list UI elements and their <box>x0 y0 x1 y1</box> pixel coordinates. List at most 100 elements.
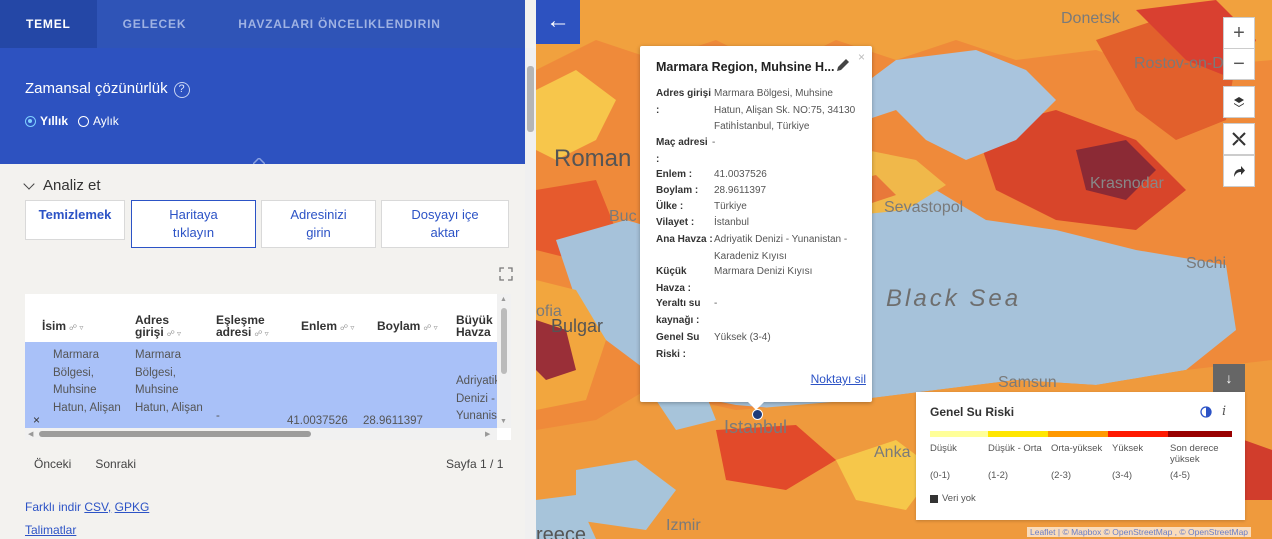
popup-value: Türkiye <box>714 201 747 212</box>
legend-label: Düşük - Orta <box>988 443 1042 454</box>
popup-label: Enlem : <box>656 169 693 180</box>
zoom-in-button[interactable]: + <box>1223 17 1255 49</box>
scroll-up-icon[interactable]: ▲ <box>500 296 507 303</box>
tab-basic[interactable]: TEMEL <box>0 0 97 48</box>
table-header: İsim ☍ ▿ Adres girişi ☍ ▿ Eşleşme adresi ☍ … <box>25 294 497 342</box>
cell-basin: Adriyatik Denizi - Yunanis <box>456 375 498 422</box>
delete-row-icon[interactable]: × <box>33 412 40 430</box>
popup-value: Marmara Bölgesi, Muhsine Hatun, Alişan S… <box>714 88 856 132</box>
layers-button[interactable] <box>1223 86 1255 118</box>
legend-range: (3-4) <box>1112 470 1133 481</box>
legend-no-data-label: Veri yok <box>942 493 976 504</box>
map-label-samsun: Samsun <box>998 374 1057 391</box>
opacity-icon[interactable] <box>1200 406 1212 418</box>
col-match[interactable]: Eşleşme adresi ☍ ▿ <box>216 314 298 340</box>
map-label-sochi: Sochi <box>1186 255 1227 272</box>
tab-future[interactable]: GELECEK <box>97 0 213 48</box>
popup-label: Ülke : <box>656 201 684 212</box>
popup-label: Ana Havza : <box>656 234 713 245</box>
radio-yearly-label: Yıllık <box>40 114 69 128</box>
next-page-button[interactable]: Sonraki <box>95 457 136 471</box>
click-map-button[interactable]: Haritaya tıklayın <box>131 200 256 248</box>
import-file-button[interactable]: Dosyayı içe aktar <box>381 200 509 248</box>
resolution-title: Zamansal çözünürlük? <box>25 80 190 98</box>
table-row[interactable]: Marmara Bölgesi, Muhsine Hatun, Alişan M… <box>25 342 498 430</box>
clear-button[interactable]: Temizlemek <box>25 200 125 240</box>
scroll-left-icon[interactable]: ◀ <box>28 430 33 438</box>
chevron-down-icon <box>23 177 35 190</box>
back-arrow-button[interactable]: ← <box>536 0 580 44</box>
col-basin-label: Büyük Havza <box>456 313 493 339</box>
download-gpkg-link[interactable]: GPKG <box>115 500 150 514</box>
popup-value: Yüksek (3-4) <box>714 332 771 343</box>
tab-prioritize-basins[interactable]: HAVZALARI ÖNCELIKLENDIRIN <box>212 0 466 48</box>
analyze-toggle[interactable]: Analiz et <box>23 177 101 194</box>
popup-label: Yeraltı su kaynağı : <box>656 298 701 326</box>
help-icon[interactable]: ? <box>173 82 190 98</box>
download-label: Farklı indir <box>25 500 82 514</box>
edit-pencil-icon[interactable] <box>836 58 850 72</box>
col-lon[interactable]: Boylam ☍ ▿ <box>377 320 438 334</box>
location-marker[interactable] <box>752 409 763 420</box>
legend-range: (2-3) <box>1051 470 1072 481</box>
sort-icon: ☍ ▿ <box>69 323 84 332</box>
table-horizontal-scrollbar[interactable]: ◀ ▶ <box>25 428 497 440</box>
radio-yearly[interactable]: Yıllık <box>25 114 68 128</box>
collapse-caret-icon[interactable] <box>253 158 265 164</box>
popup-value: Marmara Denizi Kıyısı <box>714 266 813 277</box>
popup-label: Vilayet : <box>656 217 695 228</box>
map-attribution[interactable]: Leaflet | © Mapbox © OpenStreetMap , © O… <box>1027 527 1252 537</box>
page-indicator: Sayfa 1 / 1 <box>446 457 504 471</box>
scroll-thumb[interactable] <box>39 431 311 437</box>
popup-title: Marmara Region, Muhsine H... <box>656 60 835 74</box>
expand-icon[interactable] <box>499 267 513 281</box>
table-vertical-scrollbar[interactable]: ▲ ▼ <box>497 294 511 428</box>
legend-label: Düşük <box>930 443 957 454</box>
scroll-thumb[interactable] <box>527 66 534 132</box>
legend-label: Yüksek <box>1112 443 1144 454</box>
close-icon[interactable]: × <box>858 50 865 64</box>
sort-icon: ☍ ▿ <box>423 323 438 332</box>
resolution-options: Yıllık Aylık <box>25 114 119 128</box>
instructions-link[interactable]: Talimatlar <box>25 523 76 537</box>
cell-match: - <box>216 410 220 422</box>
popup-label: Küçük Havza : <box>656 266 692 294</box>
sort-icon: ☍ ▿ <box>166 329 182 338</box>
panel-scrollbar[interactable] <box>525 48 536 539</box>
popup-label: Maç adresi : <box>656 137 708 165</box>
map-label-istanbul: Istanbul <box>724 417 788 437</box>
info-icon[interactable]: i <box>1222 404 1226 419</box>
popup-value: İstanbul <box>714 217 750 228</box>
col-address[interactable]: Adres girişi ☍ ▿ <box>135 314 201 340</box>
legend-swatch <box>930 431 988 437</box>
popup-value: 28.9611397 <box>714 185 767 196</box>
legend-swatch <box>1048 431 1108 437</box>
col-lat[interactable]: Enlem ☍ ▿ <box>301 320 354 334</box>
prev-page-button[interactable]: Önceki <box>34 457 71 471</box>
popup-label: Boylam : <box>656 185 699 196</box>
col-lat-label: Enlem <box>301 319 338 333</box>
col-basin[interactable]: Büyük Havza <box>456 314 500 338</box>
collapse-legend-button[interactable]: ↓ <box>1213 364 1245 392</box>
tools-button[interactable] <box>1223 123 1255 155</box>
enter-address-button[interactable]: Adresinizi girin <box>261 200 376 248</box>
scroll-right-icon[interactable]: ▶ <box>485 430 490 438</box>
tools-icon <box>1232 132 1246 146</box>
scroll-thumb[interactable] <box>501 308 507 374</box>
sort-icon: ☍ ▿ <box>340 323 355 332</box>
popup-value: 41.0037526 <box>714 169 767 180</box>
radio-monthly[interactable]: Aylık <box>78 114 119 128</box>
analyze-title: Analiz et <box>43 177 101 194</box>
col-name[interactable]: İsim ☍ ▿ <box>42 320 83 334</box>
legend-range: (1-2) <box>988 470 1009 481</box>
cell-name: Marmara Bölgesi, Muhsine Hatun, Alişan <box>53 349 121 414</box>
scroll-down-icon[interactable]: ▼ <box>500 418 507 425</box>
zoom-out-button[interactable]: − <box>1223 48 1255 80</box>
map-label-ankara: Anka <box>874 444 911 461</box>
share-arrow-icon <box>1234 166 1245 177</box>
download-csv-link[interactable]: CSV, <box>84 500 111 514</box>
share-button[interactable] <box>1223 155 1255 187</box>
delete-point-link[interactable]: Noktayı sil <box>811 372 866 386</box>
map-label-bulgaria: Bulgar <box>551 316 604 336</box>
cell-address: Marmara Bölgesi, Muhsine Hatun, Alişan <box>135 349 203 414</box>
